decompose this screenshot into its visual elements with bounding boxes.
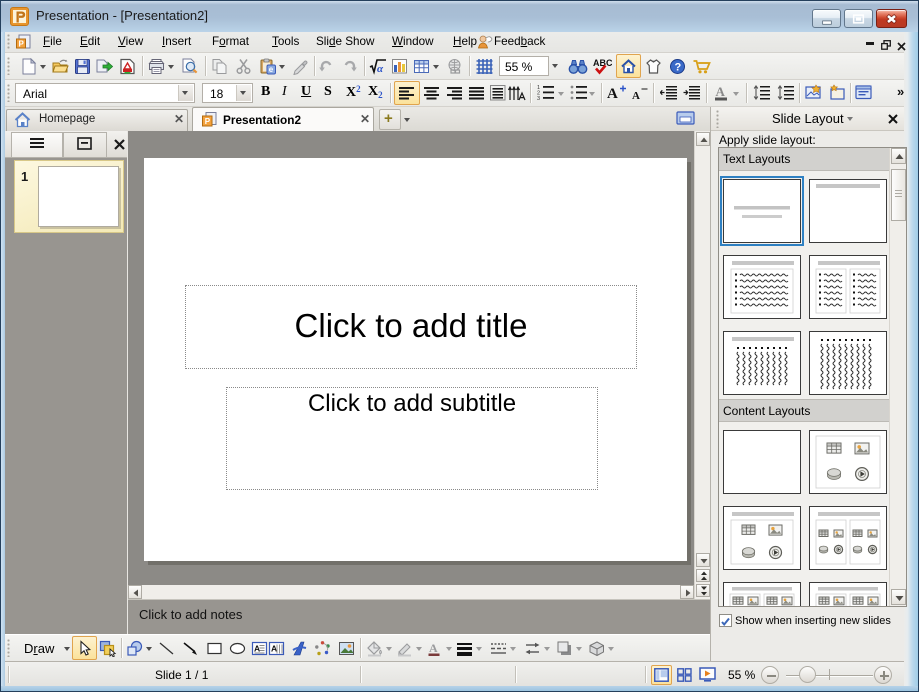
svg-text:P: P xyxy=(19,40,25,49)
svg-text:3: 3 xyxy=(537,96,540,101)
svg-text:A: A xyxy=(632,90,640,101)
svg-text:A: A xyxy=(254,644,260,654)
svg-text:?: ? xyxy=(675,62,682,74)
svg-text:A: A xyxy=(429,641,438,655)
svg-text:A: A xyxy=(716,84,726,99)
svg-text:A: A xyxy=(607,86,618,101)
svg-text:P: P xyxy=(205,117,211,126)
svg-text:A: A xyxy=(271,644,277,654)
svg-text:e: e xyxy=(269,65,274,74)
svg-text:ABC: ABC xyxy=(593,58,612,68)
svg-text:α: α xyxy=(377,63,384,75)
